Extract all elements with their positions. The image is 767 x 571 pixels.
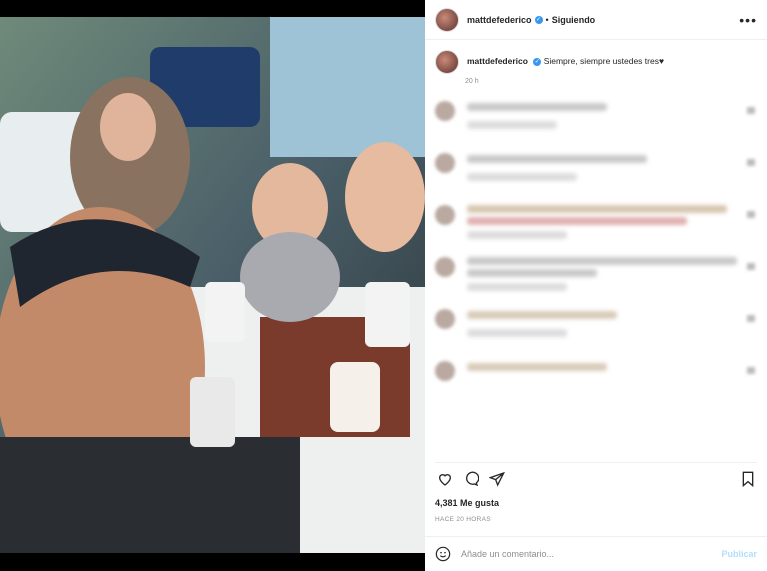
heart-icon[interactable] bbox=[437, 471, 453, 487]
comments-list bbox=[435, 95, 757, 407]
comment-item bbox=[435, 95, 757, 147]
like-count[interactable]: 4,381 Me gusta bbox=[435, 498, 499, 508]
comment-meta bbox=[467, 121, 557, 129]
comment-text bbox=[467, 363, 607, 371]
caption-text: Siempre, siempre ustedes tres♥ bbox=[543, 56, 665, 66]
comment-item bbox=[435, 355, 757, 407]
comment-avatar[interactable] bbox=[435, 101, 455, 121]
comment-avatar[interactable] bbox=[435, 361, 455, 381]
caption: mattdefederico ✓ Siempre, siempre ustede… bbox=[425, 40, 767, 74]
like-comment-icon[interactable] bbox=[747, 367, 755, 374]
comment-text bbox=[467, 311, 617, 319]
header-username[interactable]: mattdefederico bbox=[467, 15, 532, 25]
like-comment-icon[interactable] bbox=[747, 107, 755, 114]
comment-avatar[interactable] bbox=[435, 153, 455, 173]
like-comment-icon[interactable] bbox=[747, 211, 755, 218]
post-header: mattdefederico ✓ • Siguiendo ••• bbox=[425, 0, 767, 40]
comment-text-2 bbox=[467, 217, 687, 225]
comment-meta bbox=[467, 231, 567, 239]
caption-avatar[interactable] bbox=[435, 50, 459, 74]
post-actions bbox=[435, 462, 757, 493]
comment-meta bbox=[467, 329, 567, 337]
comment-avatar[interactable] bbox=[435, 205, 455, 225]
avatar[interactable] bbox=[435, 7, 459, 32]
comment-input[interactable]: Añade un comentario... bbox=[461, 549, 554, 559]
comment-item bbox=[435, 199, 757, 251]
verified-icon: ✓ bbox=[534, 15, 543, 24]
publish-button[interactable]: Publicar bbox=[721, 549, 757, 559]
comment-avatar[interactable] bbox=[435, 309, 455, 329]
comment-meta bbox=[467, 173, 577, 181]
bookmark-icon[interactable] bbox=[741, 471, 755, 487]
post-photo[interactable] bbox=[0, 17, 425, 553]
comment-avatar[interactable] bbox=[435, 257, 455, 277]
comment-item bbox=[435, 251, 757, 303]
caption-time: 20 h bbox=[465, 78, 479, 85]
comment-composer: Añade un comentario... Publicar bbox=[425, 536, 767, 571]
comment-text bbox=[467, 205, 727, 213]
like-comment-icon[interactable] bbox=[747, 315, 755, 322]
separator-dot: • bbox=[545, 14, 549, 25]
emoji-icon[interactable] bbox=[435, 546, 451, 562]
comment-text bbox=[467, 257, 737, 265]
verified-icon: ✓ bbox=[533, 57, 542, 66]
comment-item bbox=[435, 147, 757, 199]
comment-item bbox=[435, 303, 757, 355]
like-comment-icon[interactable] bbox=[747, 159, 755, 166]
more-options-icon[interactable]: ••• bbox=[739, 12, 757, 28]
comment-meta bbox=[467, 283, 567, 291]
comment-text-2 bbox=[467, 269, 597, 277]
comment-icon[interactable] bbox=[463, 471, 479, 487]
comment-text bbox=[467, 103, 607, 111]
comment-text bbox=[467, 155, 647, 163]
share-icon[interactable] bbox=[489, 471, 505, 487]
like-comment-icon[interactable] bbox=[747, 263, 755, 270]
post-sidebar: mattdefederico ✓ • Siguiendo ••• mattdef… bbox=[425, 0, 767, 571]
post-timestamp: HACE 20 HORAS bbox=[435, 516, 491, 523]
caption-username[interactable]: mattdefederico bbox=[467, 56, 528, 66]
following-button[interactable]: Siguiendo bbox=[552, 15, 596, 25]
